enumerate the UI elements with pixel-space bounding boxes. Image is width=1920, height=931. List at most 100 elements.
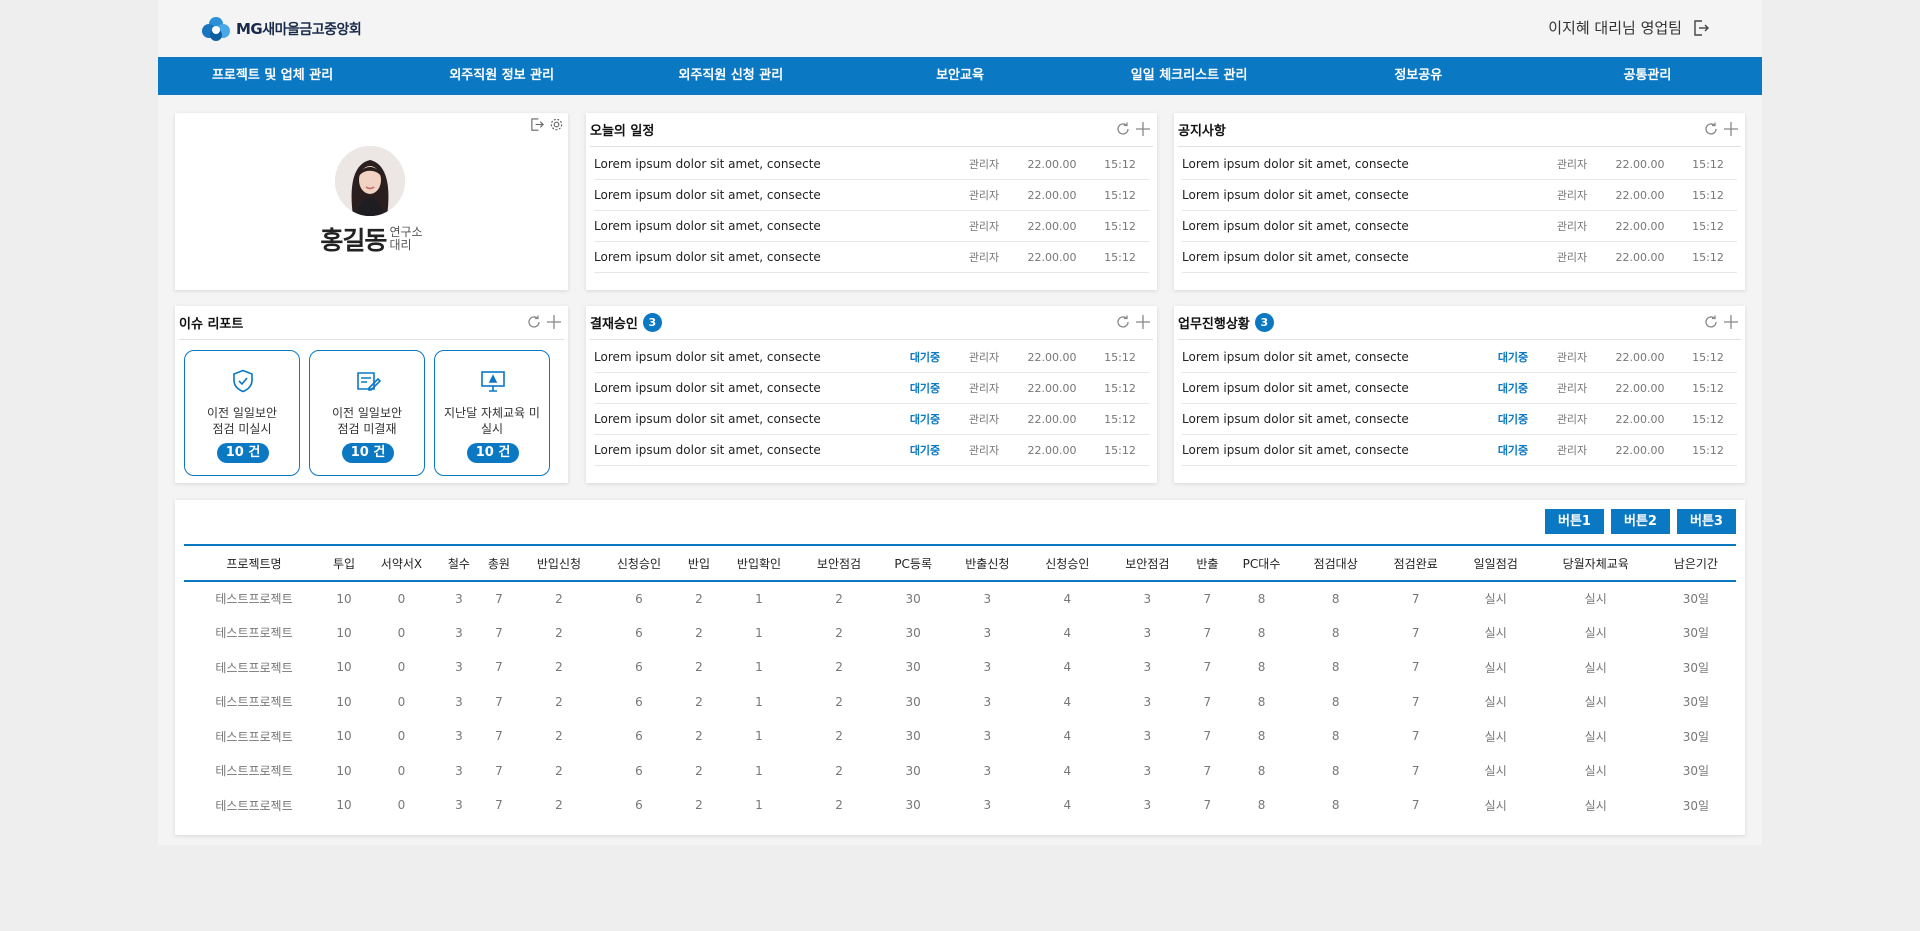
progress-panel: 업무진행상황 3 Lorem ipsum dolor sit amet, cons… — [1174, 306, 1745, 483]
table-cell: 8 — [1331, 625, 1340, 640]
list-item-time: 15:12 — [1692, 250, 1724, 264]
issue-card-security-check[interactable]: 이전 일일보안 점검 미실시 10 건 — [184, 350, 300, 476]
refresh-icon[interactable] — [1703, 121, 1719, 137]
refresh-icon[interactable] — [1703, 314, 1719, 330]
table-cell: 6 — [635, 729, 643, 744]
table-cell: 0 — [397, 591, 406, 606]
nav-item[interactable]: 정보공유 — [1304, 57, 1533, 95]
user-info: 이지혜 대리님 영업팀 — [1548, 17, 1710, 38]
table-header-cell: 반입 — [678, 544, 719, 582]
button-3[interactable]: 버튼3 — [1677, 509, 1736, 534]
table-header-cell: 반입확인 — [718, 544, 799, 582]
table-cell: 10 — [336, 763, 352, 778]
refresh-icon[interactable] — [1115, 121, 1131, 137]
button-2[interactable]: 버튼2 — [1611, 509, 1670, 534]
table-cell: 4 — [1063, 660, 1072, 675]
list-item[interactable]: Lorem ipsum dolor sit amet, consecte 관리자 2… — [594, 149, 1149, 180]
list-item-time: 15:12 — [1692, 412, 1724, 426]
button-1[interactable]: 버튼1 — [1545, 509, 1604, 534]
table-cell: 8 — [1257, 694, 1266, 709]
gear-icon[interactable] — [549, 117, 564, 132]
list-item[interactable]: Lorem ipsum dolor sit amet, consecte 대기중 관… — [594, 435, 1149, 466]
schedule-title: 오늘의 일정 — [590, 124, 655, 139]
table-cell: 7 — [1203, 625, 1212, 640]
plus-icon[interactable] — [546, 314, 562, 330]
table-cell: 3 — [1143, 798, 1152, 813]
list-item[interactable]: Lorem ipsum dolor sit amet, consecte 관리자 2… — [1182, 211, 1737, 242]
table-row[interactable]: 테스트프로젝트 10 0 3 7 2 6 2 1 2 30 3 4 3 7 8 8 7 실시 실시 30일 — [184, 754, 1736, 789]
table-row[interactable]: 테스트프로젝트 10 0 3 7 2 6 2 1 2 30 3 4 3 7 8 8 7 실시 실시 30일 — [184, 650, 1736, 685]
list-item[interactable]: Lorem ipsum dolor sit amet, consecte 대기중 관… — [1182, 342, 1737, 373]
table-cell: 2 — [695, 694, 703, 709]
nav-item[interactable]: 외주직원 정보 관리 — [387, 57, 616, 95]
table-cell: 2 — [555, 798, 563, 813]
list-item[interactable]: Lorem ipsum dolor sit amet, consecte 대기중 관… — [1182, 373, 1737, 404]
list-item[interactable]: Lorem ipsum dolor sit amet, consecte 관리자 2… — [594, 242, 1149, 273]
table-cell: 7 — [495, 729, 503, 744]
table-cell: 테스트프로젝트 — [215, 592, 293, 607]
logo[interactable]: MG새마을금고중앙회 — [200, 15, 362, 43]
table-row[interactable]: 테스트프로젝트 10 0 3 7 2 6 2 1 2 30 3 4 3 7 8 8 7 실시 실시 30일 — [184, 685, 1736, 720]
list-item-author: 관리자 — [968, 158, 1000, 171]
list-item[interactable]: Lorem ipsum dolor sit amet, consecte 관리자 2… — [1182, 149, 1737, 180]
table-cell: 30 — [905, 625, 921, 640]
table-row[interactable]: 테스트프로젝트 10 0 3 7 2 6 2 1 2 30 3 4 3 7 8 8 7 실시 실시 30일 — [184, 719, 1736, 754]
nav-item[interactable]: 공통관리 — [1533, 57, 1762, 95]
table-cell: 30일 — [1682, 729, 1710, 744]
list-item[interactable]: Lorem ipsum dolor sit amet, consecte 대기중 관… — [594, 342, 1149, 373]
schedule-list: Lorem ipsum dolor sit amet, consecte 관리자 2… — [594, 149, 1149, 273]
table-cell: 8 — [1257, 798, 1266, 813]
nav-item[interactable]: 외주직원 신청 관리 — [616, 57, 845, 95]
table-cell: 8 — [1257, 763, 1266, 778]
issue-title: 이슈 리포트 — [179, 317, 244, 332]
table-cell: 7 — [495, 694, 503, 709]
list-item[interactable]: Lorem ipsum dolor sit amet, consecte 대기중 관… — [594, 404, 1149, 435]
table-row[interactable]: 테스트프로젝트 10 0 3 7 2 6 2 1 2 30 3 4 3 7 8 8 7 실시 실시 30일 — [184, 616, 1736, 651]
table-cell: 3 — [1143, 591, 1152, 606]
list-item[interactable]: Lorem ipsum dolor sit amet, consecte 대기중 관… — [1182, 404, 1737, 435]
table-cell: 2 — [555, 625, 563, 640]
list-item-time: 15:12 — [1104, 157, 1136, 171]
plus-icon[interactable] — [1723, 314, 1739, 330]
list-item[interactable]: Lorem ipsum dolor sit amet, consecte 대기중 관… — [1182, 435, 1737, 466]
list-item[interactable]: Lorem ipsum dolor sit amet, consecte 관리자 2… — [1182, 180, 1737, 211]
list-item-title: Lorem ipsum dolor sit amet, consecte — [594, 157, 821, 171]
profile-name: 홍길동 — [320, 226, 387, 255]
list-item-status: 대기중 — [909, 413, 941, 426]
top-header: MG새마을금고중앙회 이지혜 대리님 영업팀 — [158, 0, 1762, 57]
list-item-title: Lorem ipsum dolor sit amet, consecte — [1182, 188, 1409, 202]
table-cell: 10 — [336, 625, 352, 640]
logout-icon[interactable] — [530, 117, 545, 132]
list-item-title: Lorem ipsum dolor sit amet, consecte — [594, 443, 821, 457]
nav-item[interactable]: 일일 체크리스트 관리 — [1075, 57, 1304, 95]
logout-icon[interactable] — [1692, 19, 1710, 37]
list-item[interactable]: Lorem ipsum dolor sit amet, consecte 관리자 2… — [1182, 242, 1737, 273]
list-item[interactable]: Lorem ipsum dolor sit amet, consecte 대기중 관… — [594, 373, 1149, 404]
table-cell: 2 — [695, 660, 703, 675]
list-item-time: 15:12 — [1692, 381, 1724, 395]
table-cell: 테스트프로젝트 — [215, 626, 293, 641]
table-header-cell: 남은기간 — [1655, 544, 1736, 582]
table-cell: 8 — [1331, 729, 1340, 744]
nav-item[interactable]: 프로젝트 및 업체 관리 — [158, 57, 387, 95]
list-item[interactable]: Lorem ipsum dolor sit amet, consecte 관리자 2… — [594, 211, 1149, 242]
list-item[interactable]: Lorem ipsum dolor sit amet, consecte 관리자 2… — [594, 180, 1149, 211]
plus-icon[interactable] — [1135, 314, 1151, 330]
table-cell: 1 — [755, 660, 763, 675]
refresh-icon[interactable] — [526, 314, 542, 330]
table-row[interactable]: 테스트프로젝트 10 0 3 7 2 6 2 1 2 30 3 4 3 7 8 8 7 실시 실시 30일 — [184, 581, 1736, 616]
issue-card-security-approval[interactable]: 이전 일일보안 점검 미결재 10 건 — [309, 350, 425, 476]
list-item-author: 관리자 — [1556, 413, 1588, 426]
table-row[interactable]: 테스트프로젝트 10 0 3 7 2 6 2 1 2 30 3 4 3 7 8 8 7 실시 실시 30일 — [184, 788, 1736, 823]
approval-count-badge: 3 — [642, 313, 662, 332]
nav-item[interactable]: 보안교육 — [845, 57, 1074, 95]
table-header-cell: 신청승인 — [1027, 544, 1108, 582]
table-cell: 2 — [555, 729, 563, 744]
issue-card-self-education[interactable]: 지난달 자체교육 미 실시 10 건 — [434, 350, 550, 476]
table-body: 테스트프로젝트 10 0 3 7 2 6 2 1 2 30 3 4 3 7 8 8 7 실시 실시 30일 테스트프로젝트… — [184, 581, 1736, 823]
plus-icon[interactable] — [1723, 121, 1739, 137]
table-header-cell: 프로젝트명 — [184, 544, 324, 582]
plus-icon[interactable] — [1135, 121, 1151, 137]
table-header-cell: 총원 — [478, 544, 519, 582]
refresh-icon[interactable] — [1115, 314, 1131, 330]
